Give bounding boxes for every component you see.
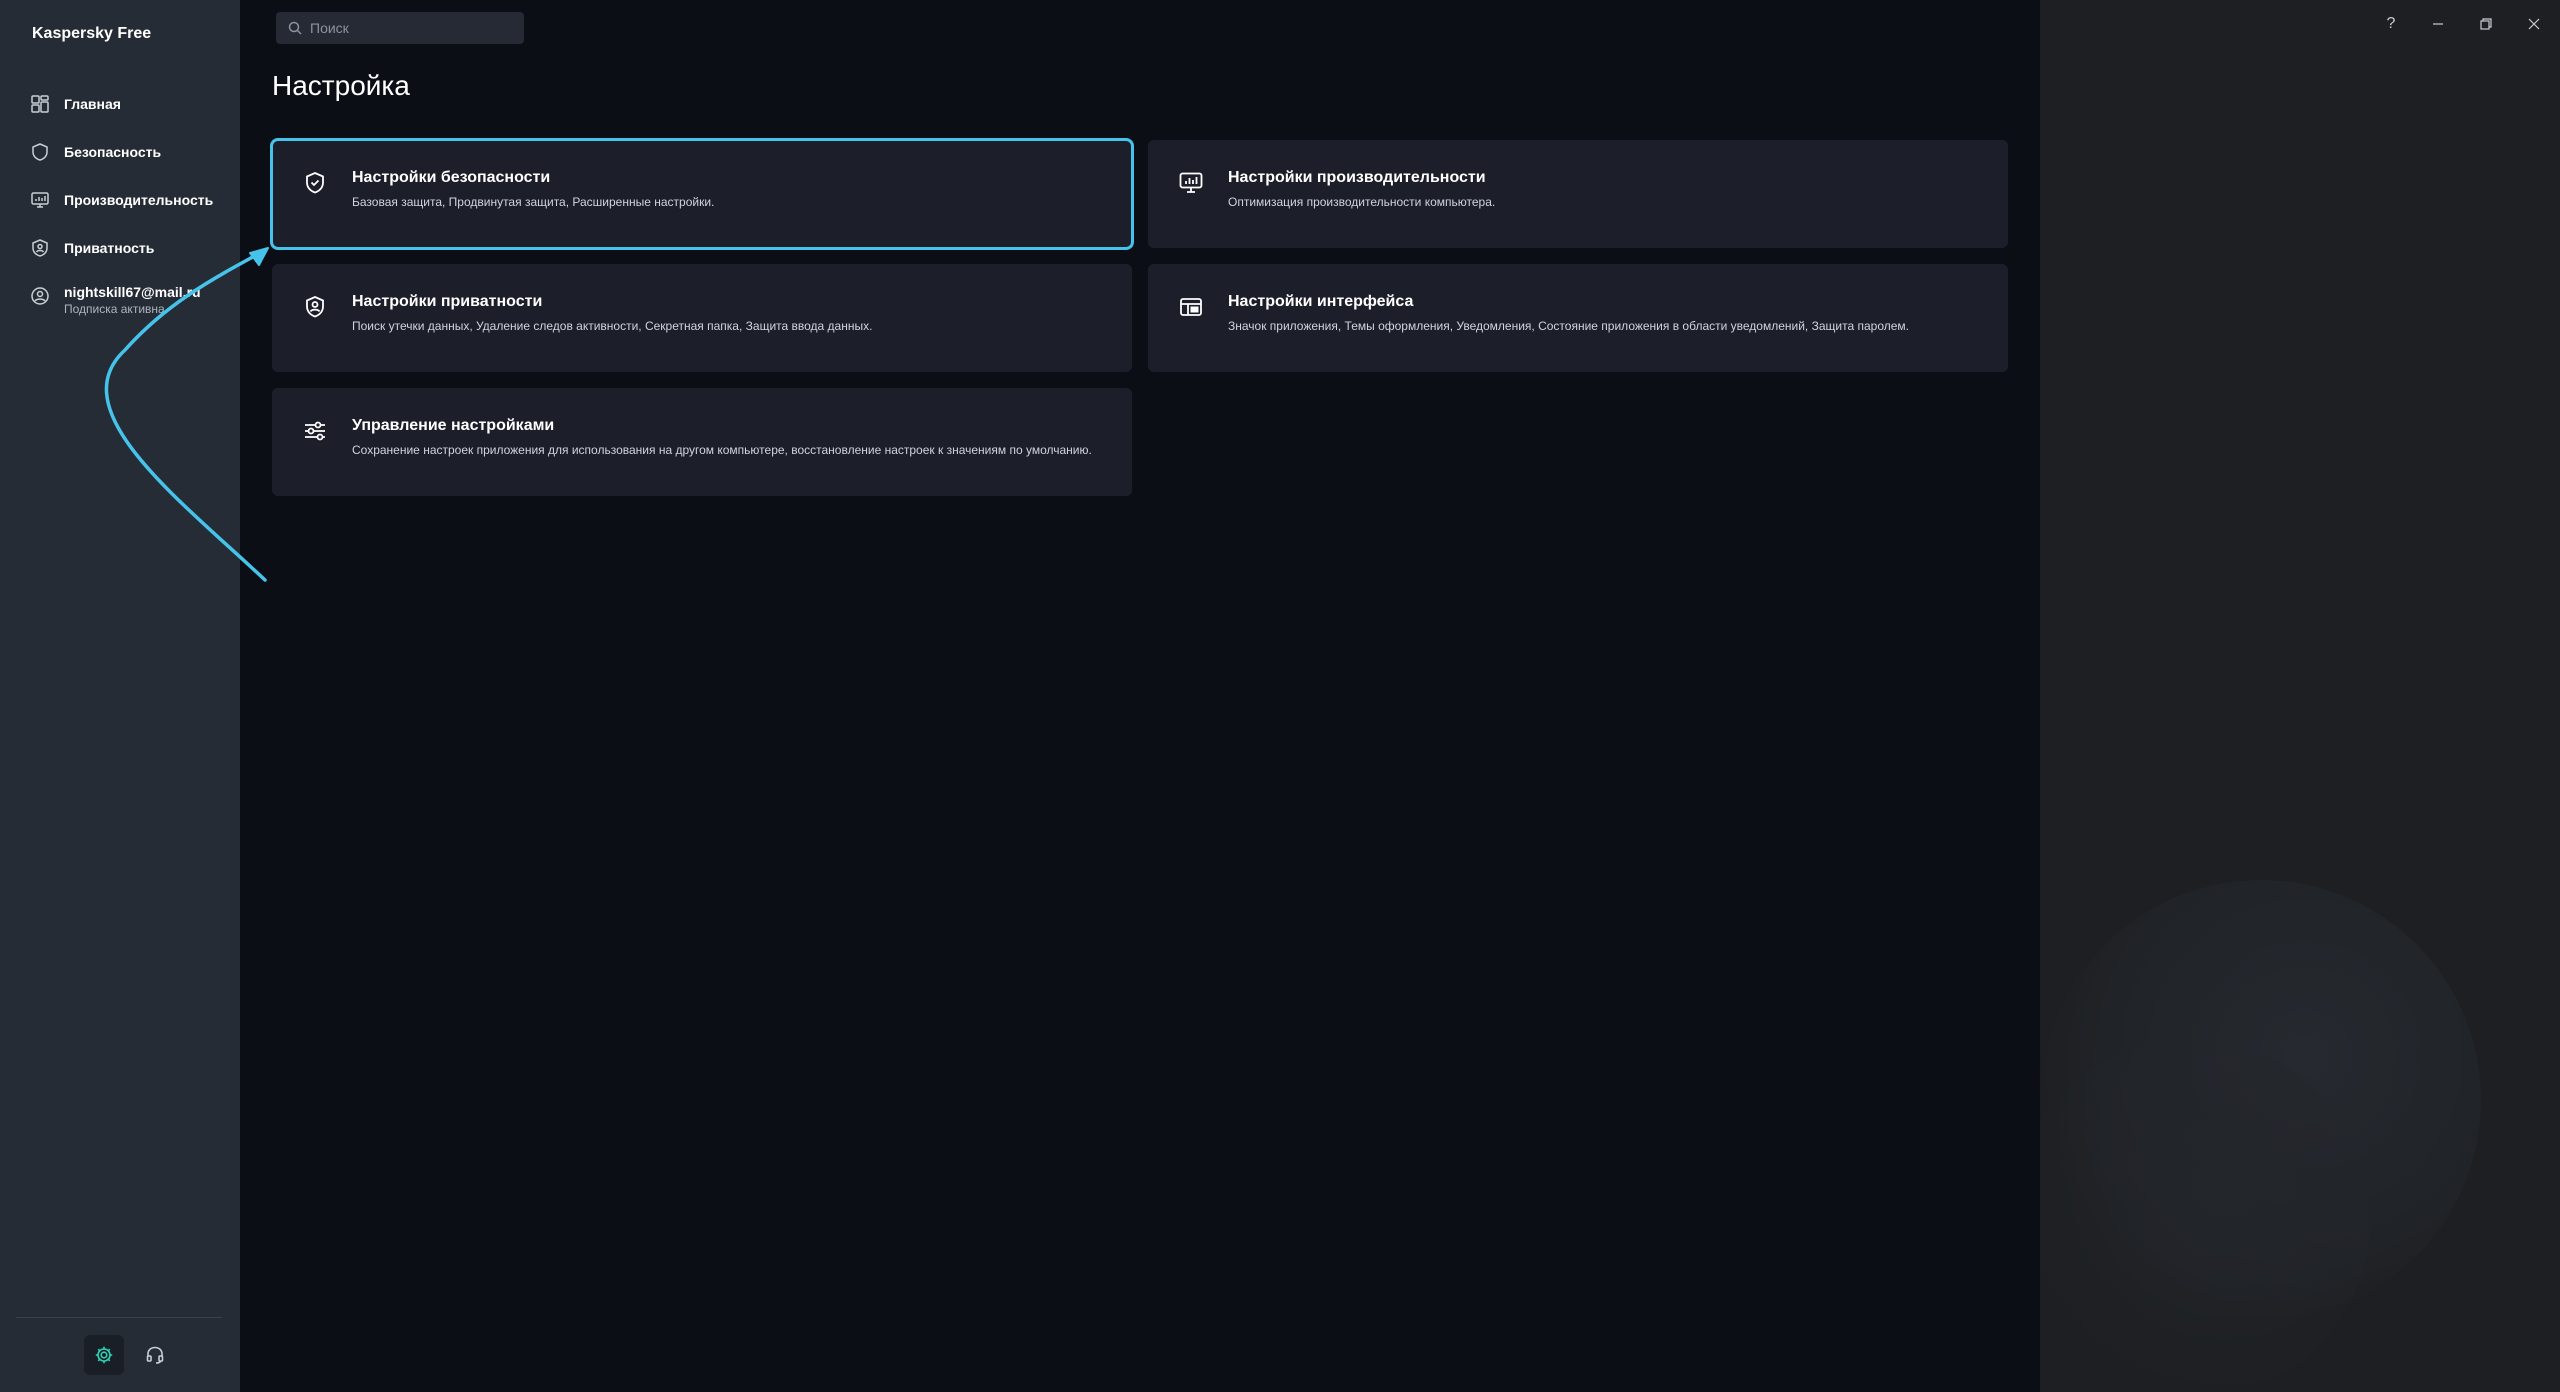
search-icon [288, 21, 302, 35]
sidebar-item-home[interactable]: Главная [0, 88, 240, 136]
shield-icon [32, 143, 48, 161]
card-security-settings[interactable]: Настройки безопасности Базовая защита, П… [270, 138, 1134, 250]
sidebar-item-security[interactable]: Безопасность [0, 136, 240, 184]
right-side-panel: ? [2040, 0, 2560, 1392]
card-description: Оптимизация производительности компьютер… [1228, 195, 1496, 209]
user-circle-icon [31, 287, 49, 305]
account-status: Подписка активна [64, 302, 165, 316]
privacy-shield-icon [32, 239, 48, 257]
layout-icon [1180, 298, 1202, 316]
search-input[interactable] [310, 20, 510, 36]
card-title: Настройки производительности [1228, 169, 1486, 186]
card-title: Настройки приватности [352, 293, 543, 310]
sidebar-item-performance[interactable]: Производительность [0, 184, 240, 232]
sidebar-item-label: Главная [64, 96, 121, 112]
settings-button[interactable] [84, 1335, 124, 1375]
card-description: Поиск утечки данных, Удаление следов акт… [352, 319, 873, 333]
sidebar: Kaspersky Free Главная Безопасность Прои… [0, 0, 240, 1392]
card-manage-settings[interactable]: Управление настройками Сохранение настро… [272, 388, 1132, 496]
sidebar-item-account[interactable]: nightskill67@mail.ru Подписка активна [0, 280, 240, 328]
help-glyph: ? [2386, 15, 2396, 32]
grid-icon [31, 95, 49, 113]
app-logo-text: Kaspersky Free [32, 25, 152, 42]
card-title: Настройки интерфейса [1228, 293, 1414, 310]
sidebar-nav: Главная Безопасность Производительность … [0, 88, 240, 328]
card-title: Настройки безопасности [352, 169, 551, 186]
card-description: Базовая защита, Продвинутая защита, Расш… [352, 195, 715, 209]
card-performance-settings[interactable]: Настройки производительности Оптимизация… [1148, 140, 2008, 248]
minimize-icon [2433, 23, 2443, 25]
sidebar-item-privacy[interactable]: Приватность [0, 232, 240, 280]
headset-icon [146, 1346, 164, 1364]
sidebar-item-label: Производительность [64, 192, 214, 208]
sidebar-divider [16, 1317, 222, 1318]
search-box[interactable] [276, 12, 524, 44]
privacy-shield-icon [306, 296, 324, 318]
sidebar-item-label: Безопасность [64, 144, 162, 160]
card-interface-settings[interactable]: Настройки интерфейса Значок приложения, … [1148, 264, 2008, 372]
account-email: nightskill67@mail.ru [64, 284, 201, 300]
sidebar-item-label: Приватность [64, 240, 155, 256]
sliders-icon [305, 421, 325, 441]
monitor-chart-icon [1179, 172, 1203, 193]
page-title: Настройка [272, 70, 410, 101]
card-privacy-settings[interactable]: Настройки приватности Поиск утечки данны… [272, 264, 1132, 372]
close-button[interactable] [2519, 10, 2549, 38]
support-button[interactable] [135, 1335, 175, 1375]
shield-check-icon [306, 172, 324, 194]
help-button[interactable]: ? [2376, 10, 2406, 38]
restore-icon [2480, 18, 2492, 30]
account-info: nightskill67@mail.ru Подписка активна [64, 282, 201, 316]
main-content: Настройка Настройки безопасности Базовая… [240, 0, 2040, 1392]
card-title: Управление настройками [352, 417, 555, 434]
monitor-icon [31, 192, 49, 208]
card-description: Сохранение настроек приложения для испол… [352, 443, 1092, 457]
restore-button[interactable] [2471, 10, 2501, 38]
card-description: Значок приложения, Темы оформления, Увед… [1228, 319, 1909, 333]
minimize-button[interactable] [2423, 10, 2453, 38]
gear-icon [95, 1346, 113, 1364]
close-icon [2528, 18, 2540, 30]
